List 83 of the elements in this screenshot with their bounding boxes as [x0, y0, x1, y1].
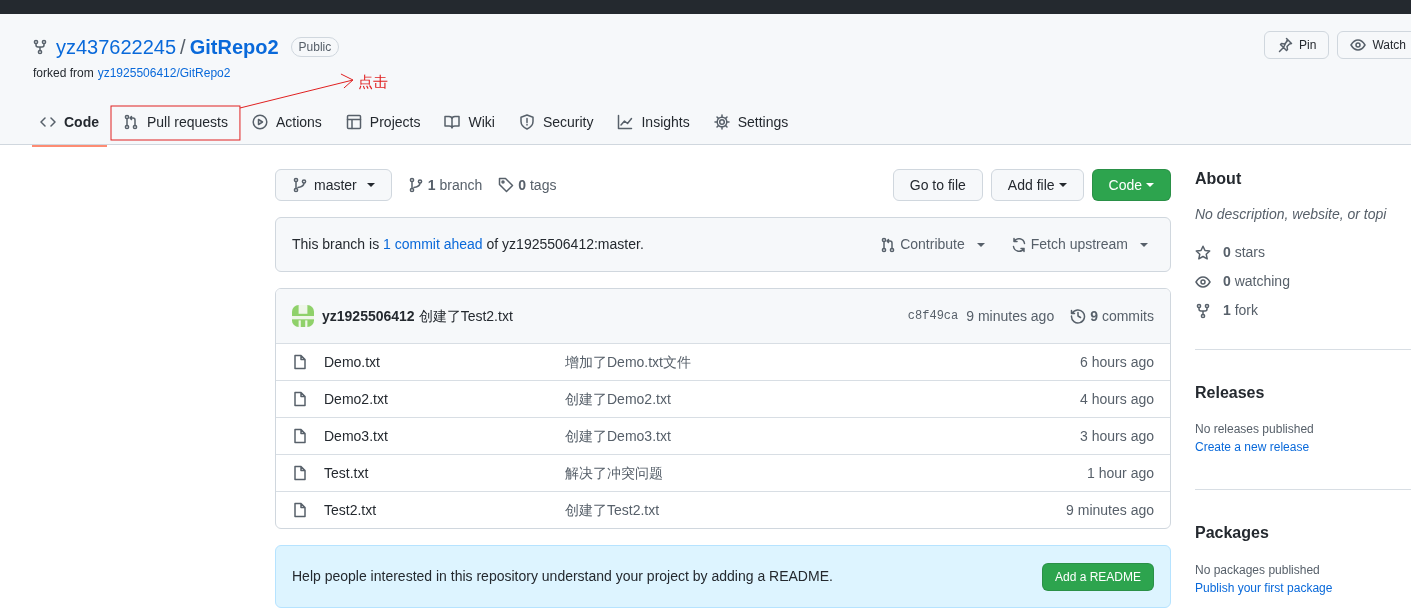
annotation-text: 点击	[357, 73, 388, 91]
shield-icon	[518, 114, 535, 130]
file-commit-message-link[interactable]: 创建了Demo3.txt	[565, 425, 1081, 447]
pin-icon	[1277, 37, 1294, 53]
play-icon	[251, 114, 268, 130]
fork-icon	[1195, 302, 1211, 319]
sync-icon	[1010, 236, 1027, 253]
tag-icon	[498, 177, 515, 193]
file-icon	[292, 465, 308, 481]
file-icon	[292, 502, 308, 518]
owner-link[interactable]: yz437622245	[56, 32, 177, 62]
file-name-link[interactable]: Test.txt	[324, 462, 565, 484]
pin-button[interactable]: Pin	[1264, 31, 1330, 59]
pull-request-icon	[123, 114, 139, 130]
eye-icon	[1195, 273, 1211, 290]
packages-heading: Packages	[1195, 523, 1270, 543]
file-icon	[292, 354, 308, 370]
commit-sha-link[interactable]: c8f49ca	[907, 307, 959, 325]
branch-icon	[292, 177, 308, 193]
path-separator: /	[180, 35, 186, 60]
file-icon	[292, 428, 308, 444]
graph-icon	[617, 114, 634, 130]
commit-time: 9 minutes ago	[966, 306, 1055, 326]
file-time: 6 hours ago	[1080, 352, 1154, 372]
file-time: 4 hours ago	[1080, 389, 1154, 409]
repo-name-link[interactable]: GitRepo2	[189, 32, 279, 62]
file-time: 3 hours ago	[1080, 426, 1154, 446]
contribute-button[interactable]: Contribute	[874, 233, 991, 256]
eye-icon	[1350, 37, 1367, 53]
nav-tab[interactable]: Actions	[243, 99, 330, 147]
nav-tab[interactable]: Code	[32, 99, 107, 147]
readme-prompt: Help people interested in this repository understand your project by adding a README.	[292, 567, 834, 586]
nav-tab[interactable]: Projects	[337, 99, 429, 147]
settings-icon	[713, 114, 730, 130]
repo-stat-link[interactable]: 0 stars	[1195, 238, 1411, 268]
commit-author-link[interactable]: yz1925506412	[322, 305, 415, 327]
file-commit-message-link[interactable]: 创建了Test2.txt	[565, 499, 1067, 521]
add-file-button[interactable]: Add file	[990, 169, 1084, 201]
fetch-upstream-button[interactable]: Fetch upstream	[1004, 233, 1154, 256]
commits-link[interactable]: 9 commits	[1070, 305, 1154, 327]
commit-message-link[interactable]: 创建了Test2.txt	[418, 305, 513, 327]
history-icon	[1070, 308, 1087, 324]
tags-link[interactable]: 0 tags	[498, 174, 557, 196]
nav-tab[interactable]: Security	[510, 99, 602, 147]
branch-select[interactable]: master	[275, 169, 392, 201]
file-name-link[interactable]: Test2.txt	[324, 499, 565, 521]
nav-tab[interactable]: Wiki	[436, 99, 503, 147]
forked-from-label: forked from	[33, 65, 94, 82]
releases-heading: Releases	[1195, 383, 1266, 403]
file-commit-message-link[interactable]: 解决了冲突问题	[565, 462, 1088, 484]
branch-icon	[407, 177, 424, 193]
table-icon	[345, 114, 362, 130]
file-name-link[interactable]: Demo2.txt	[324, 388, 565, 410]
eye-button[interactable]: Watch	[1337, 31, 1411, 59]
file-name-link[interactable]: Demo.txt	[324, 351, 565, 373]
code-icon	[40, 114, 56, 130]
go-to-file-button[interactable]: Go to file	[892, 169, 983, 201]
star-icon	[1195, 244, 1211, 261]
commit-ahead-link[interactable]: 1 commit ahead	[383, 236, 483, 252]
file-time: 1 hour ago	[1087, 463, 1154, 483]
file-icon	[292, 391, 308, 407]
releases-note: No releases published	[1195, 421, 1315, 439]
about-heading: About	[1195, 169, 1243, 189]
file-commit-message-link[interactable]: 创建了Demo2.txt	[565, 388, 1081, 410]
branch-status-text: This branch is 1 commit ahead of yz1925506412:master.	[292, 235, 644, 254]
create-release-link[interactable]: Create a new release	[1195, 438, 1411, 457]
repo-stat-link[interactable]: 0 watching	[1195, 267, 1411, 297]
fork-icon	[32, 39, 48, 55]
publish-package-link[interactable]: Publish your first package	[1195, 578, 1411, 597]
file-time: 9 minutes ago	[1066, 500, 1154, 520]
book-icon	[444, 114, 461, 130]
about-description: No description, website, or topi	[1195, 205, 1387, 225]
nav-tab[interactable]: Settings	[705, 99, 797, 147]
fork-source-link[interactable]: yz1925506412/GitRepo2	[97, 64, 231, 82]
file-commit-message-link[interactable]: 增加了Demo.txt文件	[565, 351, 1081, 373]
nav-tab[interactable]: Pull requests	[115, 99, 236, 147]
packages-note: No packages published	[1195, 561, 1321, 579]
nav-tab[interactable]: Insights	[609, 99, 698, 147]
repo-stat-link[interactable]: 1 fork	[1195, 296, 1411, 326]
avatar[interactable]	[292, 305, 314, 327]
pull-request-icon	[880, 236, 897, 253]
file-name-link[interactable]: Demo3.txt	[324, 425, 565, 447]
branches-link[interactable]: 1 branch	[407, 174, 483, 196]
